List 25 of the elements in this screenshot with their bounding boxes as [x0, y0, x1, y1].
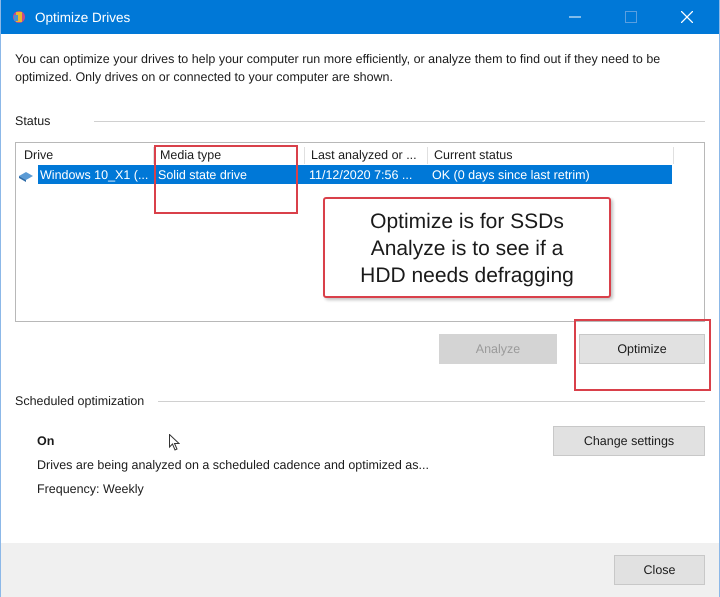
callout-text: Analyze is to see if a: [370, 236, 564, 262]
drive-row[interactable]: Windows 10_X1 (... Solid state drive 11/12/2020 7:56 ... OK (0 days since last retrim): [38, 165, 672, 184]
column-header[interactable]: Current status: [428, 147, 674, 164]
description-text: You can optimize your drives to help your computer run more efficiently, or analyze them to find out if they need to be optimized. Only drives on or connected to your computer are shown.: [15, 51, 662, 86]
schedule-description: Drives are being analyzed on a scheduled cadence and optimized as...: [37, 458, 429, 472]
column-header[interactable]: Last analyzed or ...: [305, 147, 428, 164]
window-title: Optimize Drives: [35, 10, 130, 24]
table-cell-text: Windows 10_X1 (...: [39, 168, 150, 182]
cursor-icon: [169, 434, 180, 451]
close-icon[interactable]: [681, 11, 693, 23]
close-button[interactable]: Close: [614, 555, 705, 585]
table-cell-text: 11/12/2020 7:56 ...: [308, 168, 414, 182]
column-header[interactable]: Drive: [18, 147, 154, 164]
section-heading: Scheduled optimization: [15, 394, 144, 408]
table-cell-text: Solid state drive: [157, 168, 248, 182]
frequency-text: Frequency: Weekly: [37, 482, 145, 496]
column-header[interactable]: Media type: [154, 147, 305, 164]
callout-text: HDD needs defragging: [359, 263, 575, 289]
schedule-state: On: [37, 434, 54, 448]
change-settings-button[interactable]: Change settings: [553, 426, 705, 456]
app-icon: [11, 9, 27, 25]
optimize-button[interactable]: Optimize: [579, 334, 705, 364]
table-cell-text: OK (0 days since last retrim): [431, 168, 591, 182]
callout-text: Optimize is for SSDs: [369, 209, 565, 235]
section-heading: Status: [15, 114, 50, 128]
